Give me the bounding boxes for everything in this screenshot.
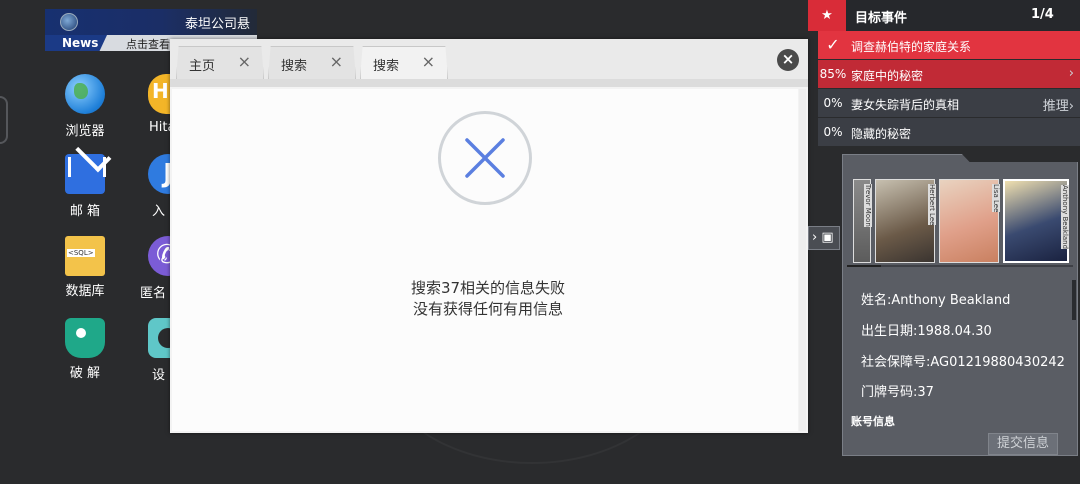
objective-label: 妻女失踪背后的真相 (851, 98, 960, 112)
photo-name: Anthony Beakland (1061, 185, 1069, 250)
photo-scroll-indicator (847, 265, 1073, 267)
card-notch (960, 152, 1080, 162)
left-edge-handle[interactable] (0, 96, 8, 144)
profile-door: 门牌号码:37 (861, 385, 934, 400)
app-mail[interactable]: 邮 箱 (45, 154, 125, 219)
objective-item[interactable]: 0% 隐藏的秘密 (818, 118, 1080, 146)
objectives-panel: ★ 目标事件 1/4 ✓ 调查赫伯特的家庭关系 85% 家庭中的秘密 › 0% … (808, 0, 1080, 148)
search-failed-icon (438, 111, 532, 205)
photo-anthony[interactable]: Anthony Beakland (1003, 179, 1069, 263)
scrollbar[interactable] (799, 89, 806, 431)
objective-progress: 85% (819, 67, 847, 81)
error-detail: 没有获得任何有用信息 (412, 300, 563, 318)
photo-name: Herbert Lee (928, 184, 936, 226)
card-toggle-clipboard-icon[interactable]: › ▣ (808, 226, 840, 250)
objective-label: 家庭中的秘密 (851, 69, 924, 83)
tab-label: 搜索 (373, 59, 400, 74)
photo-strip[interactable]: Trevor Moon Herbert Lee Lisa Lee Anthony… (853, 179, 1073, 263)
tab-home[interactable]: 主页 × (176, 46, 264, 79)
photo-herbert[interactable]: Herbert Lee (875, 179, 936, 263)
chevron-right-icon: › (1068, 66, 1074, 81)
objective-item[interactable]: 85% 家庭中的秘密 › (818, 60, 1080, 88)
tab-bar: 主页 × 搜索 × 搜索 × × (170, 39, 808, 87)
news-title: 泰坦公司悬 (185, 17, 251, 32)
profile-card: Trevor Moon Herbert Lee Lisa Lee Anthony… (842, 154, 1078, 456)
mail-icon (65, 154, 106, 194)
app-label: 邮 箱 (69, 204, 101, 219)
app-label: 浏览器 (65, 124, 105, 139)
photo-trevor[interactable]: Trevor Moon (853, 179, 872, 263)
app-crack[interactable]: 破 解 (45, 318, 125, 381)
app-database[interactable]: <SQL> 数据库 (45, 236, 125, 299)
close-window-button[interactable]: × (777, 49, 799, 71)
news-tag: News (45, 35, 107, 51)
profile-name: 姓名:Anthony Beakland (861, 293, 1011, 308)
objectives-title: 目标事件 (855, 11, 908, 26)
chevron-right-icon: › (812, 230, 818, 245)
browser-window: 主页 × 搜索 × 搜索 × × 搜索37相关的信息失败 没有获得任何有用信息 (170, 39, 808, 433)
objective-progress: 0% (823, 96, 843, 110)
check-icon: ✓ (826, 35, 840, 54)
tab-search-1[interactable]: 搜索 × (268, 46, 356, 79)
photo-name: Trevor Moon (864, 184, 872, 227)
objective-label: 隐藏的秘密 (851, 127, 912, 141)
deduce-link[interactable]: 推理› (1043, 95, 1074, 114)
tab-close-icon[interactable]: × (422, 52, 435, 71)
objective-progress: 0% (823, 125, 843, 139)
profile-ssn: 社会保障号:AG01219880430242 (861, 355, 1065, 370)
objective-item[interactable]: ✓ 调查赫伯特的家庭关系 (818, 31, 1080, 59)
app-label: 破 解 (69, 366, 101, 381)
tab-close-icon[interactable]: × (238, 52, 251, 71)
tab-label: 搜索 (281, 59, 308, 74)
globe-icon (65, 74, 105, 114)
app-label: 数据库 (65, 284, 105, 299)
shield-lock-icon (65, 318, 105, 358)
star-icon: ★ (808, 0, 846, 31)
card-scrollbar[interactable] (1072, 280, 1076, 320)
app-browser[interactable]: 浏览器 (45, 74, 125, 139)
objective-label: 调查赫伯特的家庭关系 (851, 40, 972, 54)
news-logo-icon (60, 13, 78, 31)
news-subtitle: 点击查看 (126, 38, 170, 51)
submit-info-button[interactable]: 提交信息 (988, 433, 1058, 455)
tab-search-2[interactable]: 搜索 × (360, 46, 448, 79)
sql-database-icon: <SQL> (65, 236, 105, 276)
photo-lisa[interactable]: Lisa Lee (939, 179, 1000, 263)
tab-underline (170, 79, 808, 87)
profile-birth: 出生日期:1988.04.30 (861, 324, 992, 339)
objectives-count: 1/4 (1031, 7, 1054, 22)
tab-close-icon[interactable]: × (330, 52, 343, 71)
objectives-header: ★ 目标事件 1/4 (808, 0, 1080, 31)
account-info-label: 账号信息 (851, 415, 895, 428)
error-message: 搜索37相关的信息失败 (410, 279, 566, 297)
tab-label: 主页 (189, 59, 216, 74)
sql-text: <SQL> (67, 249, 95, 257)
objective-item[interactable]: 0% 妻女失踪背后的真相 推理› (818, 89, 1080, 117)
photo-name: Lisa Lee (992, 184, 1000, 213)
